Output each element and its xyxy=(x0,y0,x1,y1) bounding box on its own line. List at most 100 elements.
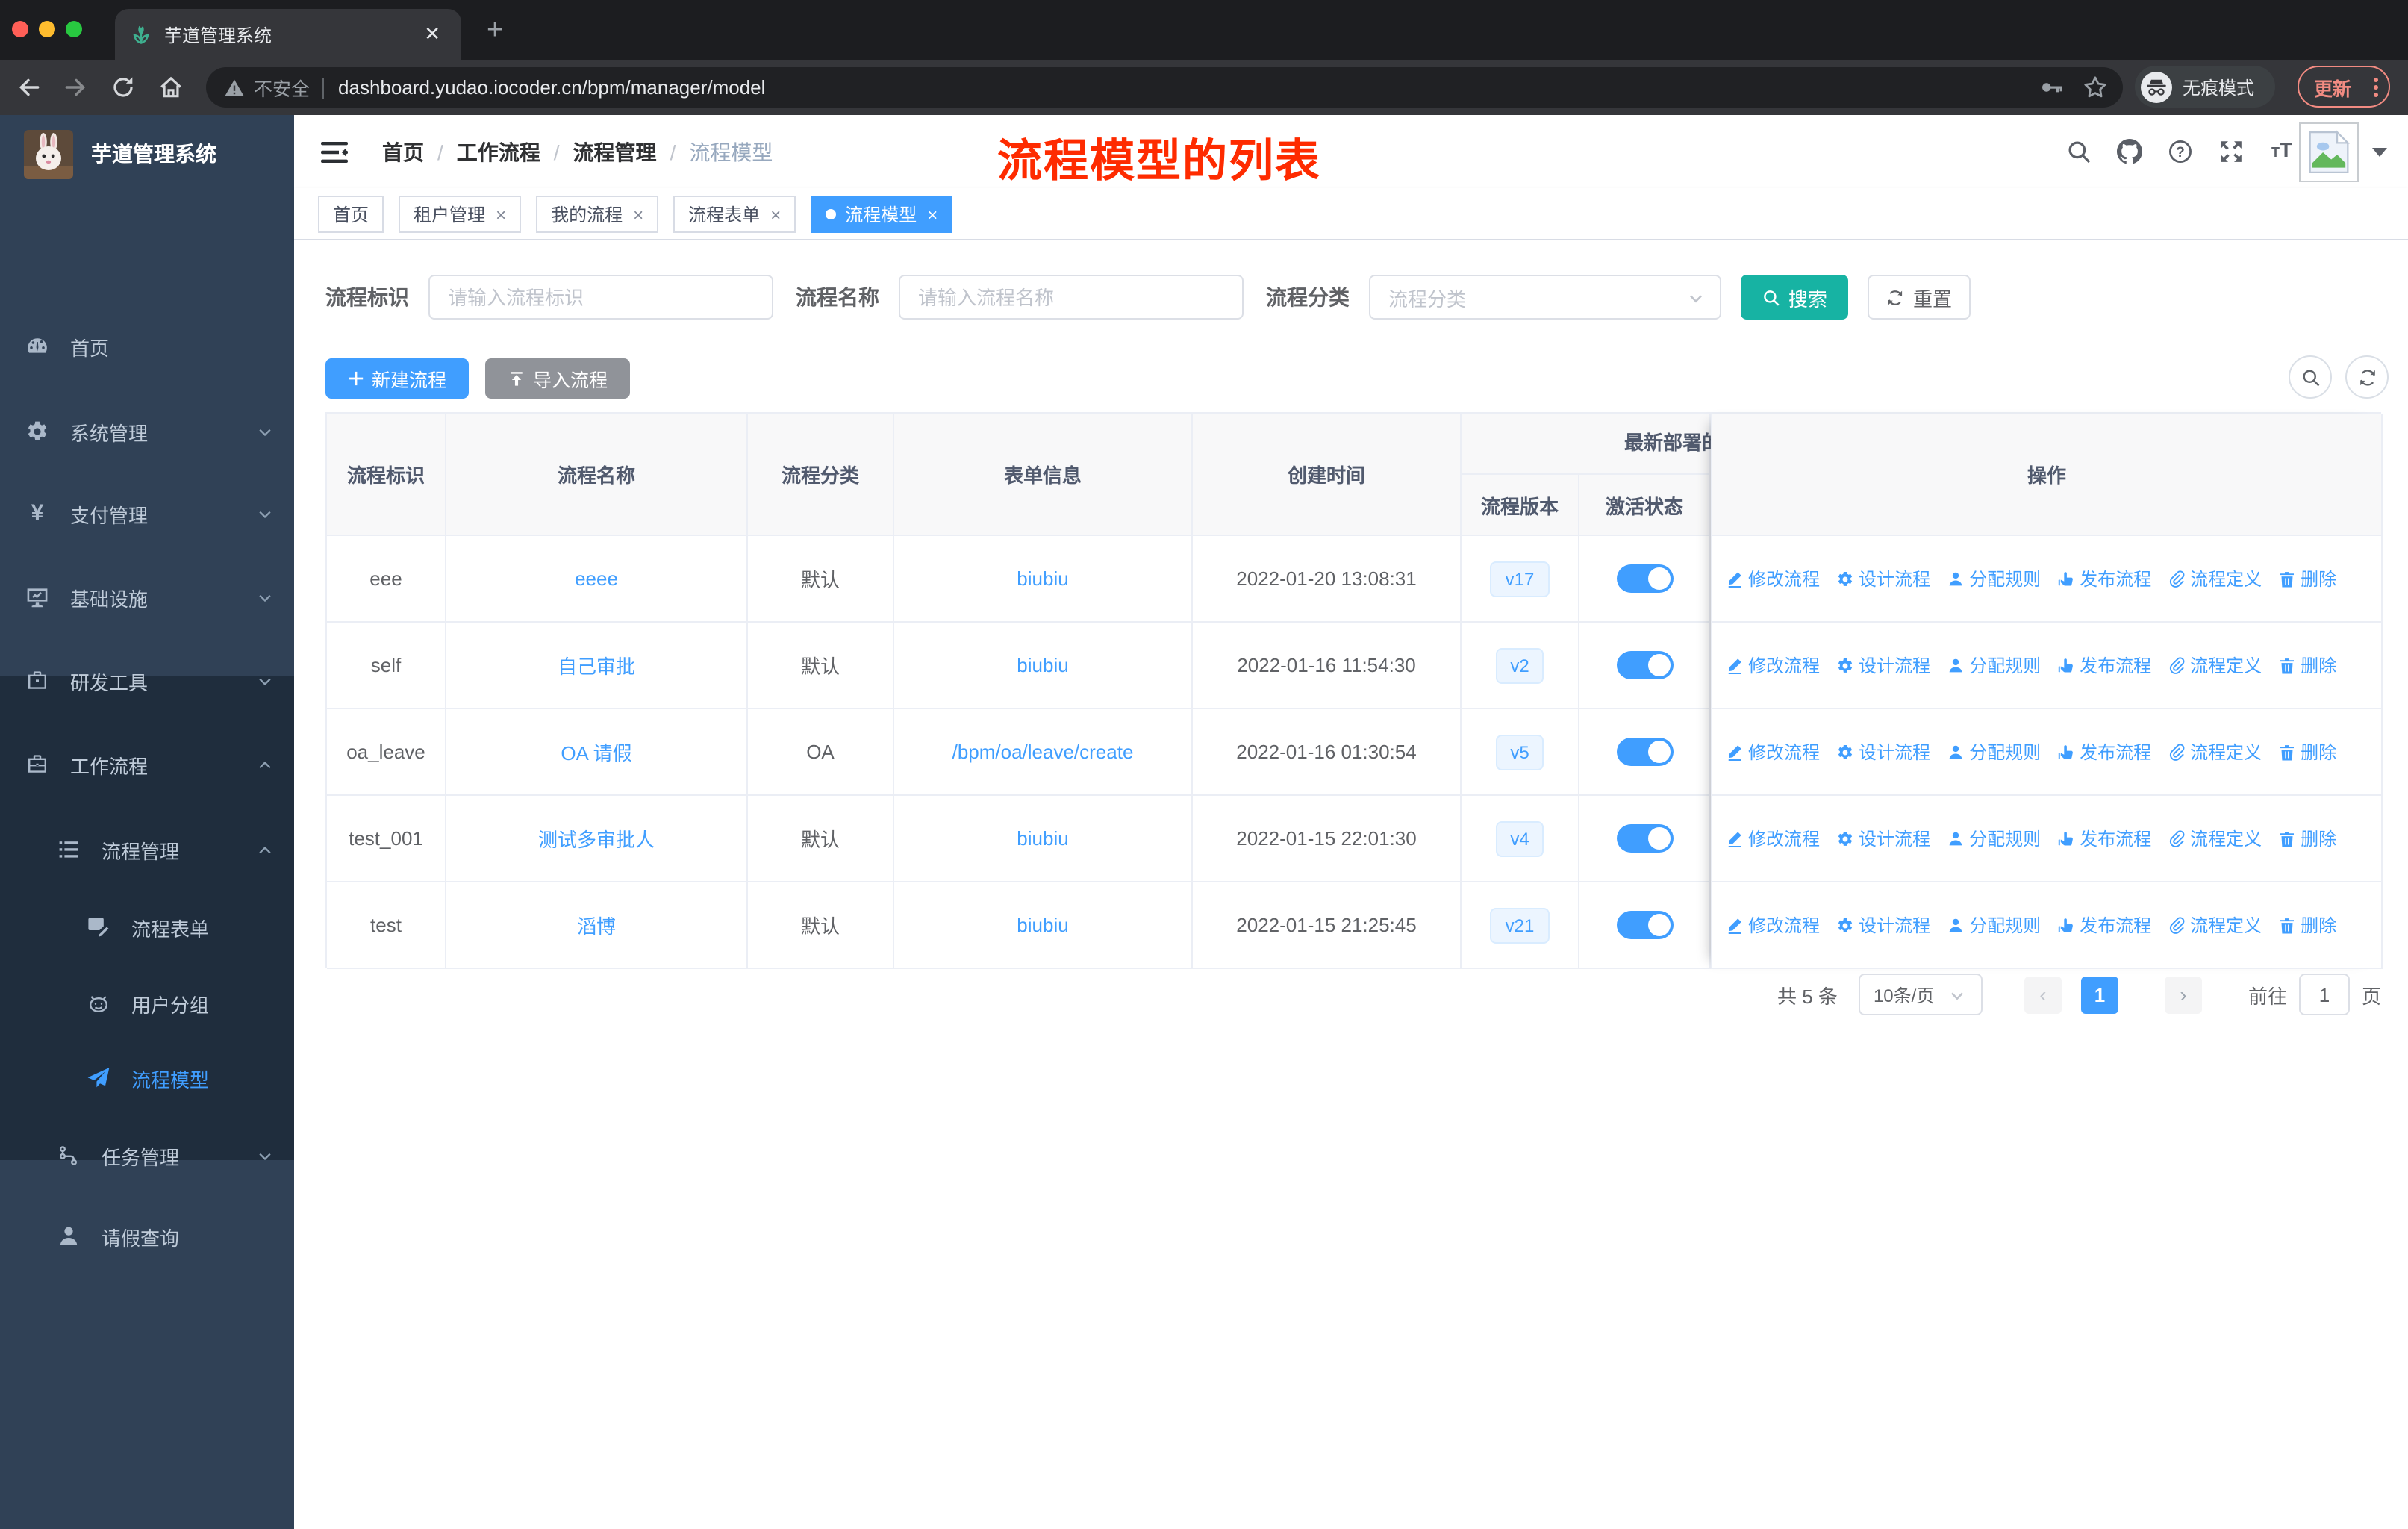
action-删除[interactable]: 删除 xyxy=(2278,912,2336,938)
tab-close-icon[interactable]: ✕ xyxy=(418,22,446,46)
tag-close-icon[interactable]: × xyxy=(496,204,506,225)
filter-id-input[interactable] xyxy=(428,275,773,320)
show-search-button[interactable] xyxy=(2289,355,2332,399)
back-icon[interactable] xyxy=(16,75,42,100)
sidebar-item-11[interactable]: 请假查询 xyxy=(0,1202,294,1271)
action-删除[interactable]: 删除 xyxy=(2278,826,2336,851)
action-流程定义[interactable]: 流程定义 xyxy=(2168,566,2262,591)
version-tag[interactable]: v21 xyxy=(1490,907,1550,943)
tag-3[interactable]: 流程表单 × xyxy=(673,196,796,233)
action-修改流程[interactable]: 修改流程 xyxy=(1726,739,1820,764)
sidebar-item-10[interactable]: 任务管理 xyxy=(0,1121,294,1190)
action-删除[interactable]: 删除 xyxy=(2278,566,2336,591)
action-发布流程[interactable]: 发布流程 xyxy=(2057,739,2151,764)
action-修改流程[interactable]: 修改流程 xyxy=(1726,912,1820,938)
action-发布流程[interactable]: 发布流程 xyxy=(2057,566,2151,591)
sidebar-item-5[interactable]: 工作流程 xyxy=(0,730,294,799)
font-size-icon[interactable]: TT xyxy=(2269,138,2295,164)
filter-name-input[interactable] xyxy=(899,275,1244,320)
action-分配规则[interactable]: 分配规则 xyxy=(1947,739,2041,764)
import-process-button[interactable]: 导入流程 xyxy=(485,358,630,399)
tag-close-icon[interactable]: × xyxy=(770,204,781,225)
new-tab-button[interactable]: + xyxy=(487,15,503,48)
update-button[interactable]: 更新 xyxy=(2298,66,2390,108)
sidebar-item-3[interactable]: 基础设施 xyxy=(0,563,294,632)
action-修改流程[interactable]: 修改流程 xyxy=(1726,653,1820,678)
action-流程定义[interactable]: 流程定义 xyxy=(2168,826,2262,851)
breadcrumb-item[interactable]: 工作流程 xyxy=(457,137,540,167)
url-text[interactable]: dashboard.yudao.iocoder.cn/bpm/manager/m… xyxy=(338,76,765,99)
tag-0[interactable]: 首页 xyxy=(318,196,384,233)
tag-close-icon[interactable]: × xyxy=(633,204,643,225)
sidebar-item-9[interactable]: 流程模型 xyxy=(0,1044,294,1112)
action-分配规则[interactable]: 分配规则 xyxy=(1947,653,2041,678)
tag-2[interactable]: 我的流程 × xyxy=(536,196,659,233)
reload-icon[interactable] xyxy=(110,75,136,100)
active-toggle[interactable] xyxy=(1616,824,1673,853)
form-info-link[interactable]: biubiu xyxy=(1017,654,1068,676)
version-tag[interactable]: v5 xyxy=(1495,734,1544,770)
window-minimize-button[interactable] xyxy=(39,21,55,37)
fullscreen-icon[interactable] xyxy=(2218,138,2244,164)
sidebar-item-7[interactable]: 流程表单 xyxy=(0,893,294,962)
action-流程定义[interactable]: 流程定义 xyxy=(2168,739,2262,764)
action-设计流程[interactable]: 设计流程 xyxy=(1836,826,1930,851)
version-tag[interactable]: v2 xyxy=(1495,647,1544,683)
page-size-select[interactable]: 10条/页 xyxy=(1858,974,1983,1015)
form-info-link[interactable]: /bpm/oa/leave/create xyxy=(952,741,1134,763)
search-icon[interactable] xyxy=(2066,138,2092,164)
refresh-table-button[interactable] xyxy=(2345,355,2389,399)
process-name-link[interactable]: 测试多审批人 xyxy=(538,824,655,853)
avatar-caret-down-icon[interactable] xyxy=(2372,148,2387,164)
sidebar-item-8[interactable]: 用户分组 xyxy=(0,969,294,1038)
breadcrumb-item[interactable]: 首页 xyxy=(382,137,424,167)
version-tag[interactable]: v4 xyxy=(1495,820,1544,856)
browser-menu-icon[interactable] xyxy=(2374,77,2378,96)
breadcrumb-item[interactable]: 流程管理 xyxy=(573,137,657,167)
action-删除[interactable]: 删除 xyxy=(2278,739,2336,764)
current-page-button[interactable]: 1 xyxy=(2080,976,2118,1013)
action-发布流程[interactable]: 发布流程 xyxy=(2057,653,2151,678)
process-name-link[interactable]: 滔博 xyxy=(577,911,616,939)
app-logo-row[interactable]: 芋道管理系统 xyxy=(0,124,294,184)
action-流程定义[interactable]: 流程定义 xyxy=(2168,912,2262,938)
create-process-button[interactable]: 新建流程 xyxy=(325,358,469,399)
active-toggle[interactable] xyxy=(1616,738,1673,766)
sidebar-collapse-icon[interactable] xyxy=(321,139,348,164)
active-toggle[interactable] xyxy=(1616,564,1673,593)
home-icon[interactable] xyxy=(158,75,184,100)
tag-4[interactable]: 流程模型 × xyxy=(811,196,953,233)
next-page-button[interactable]: › xyxy=(2164,976,2202,1013)
action-分配规则[interactable]: 分配规则 xyxy=(1947,566,2041,591)
tag-1[interactable]: 租户管理 × xyxy=(399,196,522,233)
version-tag[interactable]: v17 xyxy=(1490,561,1550,597)
security-label[interactable]: 不安全 xyxy=(254,73,310,102)
sidebar-item-2[interactable]: ¥ 支付管理 xyxy=(0,479,294,548)
sidebar-item-4[interactable]: 研发工具 xyxy=(0,647,294,715)
url-bar[interactable]: 不安全 dashboard.yudao.iocoder.cn/bpm/manag… xyxy=(206,67,2123,108)
help-icon[interactable]: ? xyxy=(2168,138,2193,164)
tag-close-icon[interactable]: × xyxy=(927,204,938,225)
github-icon[interactable] xyxy=(2117,138,2142,164)
action-流程定义[interactable]: 流程定义 xyxy=(2168,653,2262,678)
search-button[interactable]: 搜索 xyxy=(1741,275,1848,320)
form-info-link[interactable]: biubiu xyxy=(1017,567,1068,590)
action-发布流程[interactable]: 发布流程 xyxy=(2057,912,2151,938)
sidebar-item-6[interactable]: 流程管理 xyxy=(0,815,294,884)
action-分配规则[interactable]: 分配规则 xyxy=(1947,826,2041,851)
process-name-link[interactable]: OA 请假 xyxy=(561,738,631,766)
avatar[interactable] xyxy=(2299,122,2359,182)
form-info-link[interactable]: biubiu xyxy=(1017,827,1068,850)
active-toggle[interactable] xyxy=(1616,651,1673,679)
browser-tab[interactable]: 芋道管理系统 ✕ xyxy=(115,9,461,60)
action-设计流程[interactable]: 设计流程 xyxy=(1836,566,1930,591)
key-icon[interactable] xyxy=(2039,75,2065,100)
sidebar-item-0[interactable]: 首页 xyxy=(0,312,294,381)
star-icon[interactable] xyxy=(2083,75,2108,100)
form-info-link[interactable]: biubiu xyxy=(1017,914,1068,936)
action-发布流程[interactable]: 发布流程 xyxy=(2057,826,2151,851)
action-分配规则[interactable]: 分配规则 xyxy=(1947,912,2041,938)
action-设计流程[interactable]: 设计流程 xyxy=(1836,739,1930,764)
window-zoom-button[interactable] xyxy=(66,21,82,37)
action-修改流程[interactable]: 修改流程 xyxy=(1726,826,1820,851)
